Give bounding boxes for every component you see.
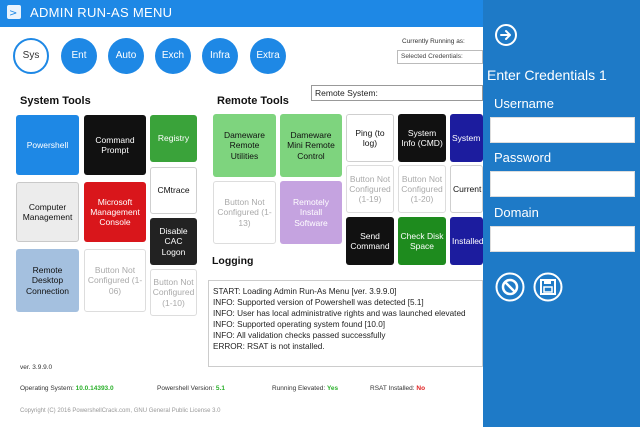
domain-field[interactable] bbox=[490, 226, 635, 252]
log-line: START: Loading Admin Run-As Menu [ver. 3… bbox=[213, 287, 397, 296]
cmtrace-button[interactable]: CMtrace bbox=[150, 167, 197, 214]
rsat-value: No bbox=[416, 385, 426, 392]
currently-running-label: Currently Running as: bbox=[402, 38, 465, 45]
check-disk-space-button[interactable]: Check Disk Space bbox=[398, 217, 446, 265]
ps-label: Powershell Version: bbox=[157, 385, 215, 392]
window-title: ADMIN RUN-AS MENU bbox=[30, 5, 173, 20]
dameware-remote-utilities-button[interactable]: Dameware Remote Utilities bbox=[213, 114, 276, 177]
cancel-icon[interactable] bbox=[495, 272, 525, 302]
svg-text:>: > bbox=[9, 8, 17, 19]
tab-extra[interactable]: Extra bbox=[250, 38, 286, 74]
rsat-label: RSAT Installed: bbox=[370, 385, 415, 392]
back-arrow-icon[interactable] bbox=[495, 24, 517, 46]
copyright-text: Copyright (C) 2016 PowershellCrack.com, … bbox=[20, 408, 221, 414]
username-label: Username bbox=[494, 96, 554, 111]
log-line: INFO: Supported version of Powershell wa… bbox=[213, 298, 424, 307]
elevated-value: Yes bbox=[326, 385, 339, 392]
mmc-button[interactable]: Microsoft Management Console bbox=[84, 182, 146, 242]
main-window: > ADMIN RUN-AS MENU Sys Ent Auto Exch In… bbox=[0, 0, 640, 427]
registry-button[interactable]: Registry bbox=[150, 115, 197, 162]
log-line: INFO: Supported operating system found [… bbox=[213, 320, 386, 329]
os-label: Operating System: bbox=[20, 385, 74, 392]
password-label: Password bbox=[494, 150, 552, 165]
elevated-label: Running Elevated: bbox=[272, 385, 326, 392]
remote-tools-heading: Remote Tools bbox=[217, 95, 289, 107]
os-info: Operating System: 10.0.14393.0 bbox=[20, 385, 114, 392]
system-tools-heading: System Tools bbox=[20, 95, 91, 107]
selected-credentials-dropdown[interactable]: Selected Credentials: bbox=[397, 50, 483, 64]
ps-info: Powershell Version: 5.1 bbox=[157, 385, 225, 392]
send-command-button[interactable]: Send Command bbox=[346, 217, 394, 265]
disable-cac-logon-button[interactable]: Disable CAC Logon bbox=[150, 218, 197, 265]
logging-heading: Logging bbox=[212, 255, 254, 267]
current-user-button[interactable]: Current User bbox=[450, 165, 502, 213]
command-prompt-button[interactable]: Command Prompt bbox=[84, 115, 146, 175]
system-info-cmd-button[interactable]: System Info (CMD) bbox=[398, 114, 446, 162]
rsat-info: RSAT Installed: No bbox=[370, 385, 425, 392]
tab-exch[interactable]: Exch bbox=[155, 38, 191, 74]
log-line: ERROR: RSAT is not installed. bbox=[213, 342, 325, 351]
domain-label: Domain bbox=[494, 205, 539, 220]
tab-infra[interactable]: Infra bbox=[202, 38, 238, 74]
username-field[interactable] bbox=[490, 117, 635, 143]
elevated-info: Running Elevated: Yes bbox=[272, 385, 338, 392]
powershell-button[interactable]: Powershell bbox=[16, 115, 79, 175]
log-line: INFO: All validation checks passed succe… bbox=[213, 331, 386, 340]
computer-management-button[interactable]: Computer Management bbox=[16, 182, 79, 242]
tab-auto[interactable]: Auto bbox=[108, 38, 144, 74]
version-label: ver. 3.9.9.0 bbox=[20, 364, 53, 371]
log-output: START: Loading Admin Run-As Menu [ver. 3… bbox=[208, 280, 483, 367]
button-1-19[interactable]: Button Not Configured (1-19) bbox=[346, 165, 394, 213]
os-value: 10.0.14393.0 bbox=[75, 385, 114, 392]
dameware-mini-remote-button[interactable]: Dameware Mini Remote Control bbox=[280, 114, 342, 177]
credentials-flyout: Enter Credentials 1 Username Password Do… bbox=[483, 0, 640, 427]
log-line: INFO: User has local administrative righ… bbox=[213, 309, 466, 318]
button-1-06[interactable]: Button Not Configured (1-06) bbox=[84, 249, 146, 312]
button-1-20[interactable]: Button Not Configured (1-20) bbox=[398, 165, 446, 213]
button-1-13[interactable]: Button Not Configured (1-13) bbox=[213, 181, 276, 244]
remote-desktop-button[interactable]: Remote Desktop Connection bbox=[16, 249, 79, 312]
save-icon[interactable] bbox=[533, 272, 563, 302]
remote-system-input[interactable]: Remote System: bbox=[311, 85, 483, 101]
installed-software-button[interactable]: Installed Software bbox=[450, 217, 520, 265]
remotely-install-software-button[interactable]: Remotely Install Software bbox=[280, 181, 342, 244]
button-1-10[interactable]: Button Not Configured (1-10) bbox=[150, 269, 197, 316]
credentials-heading: Enter Credentials 1 bbox=[487, 67, 607, 83]
tab-ent[interactable]: Ent bbox=[61, 38, 97, 74]
ps-value: 5.1 bbox=[215, 385, 225, 392]
tab-sys[interactable]: Sys bbox=[13, 38, 49, 74]
password-field[interactable] bbox=[490, 171, 635, 197]
system-info-ps-button[interactable]: System Info (PS) bbox=[450, 114, 516, 162]
ping-button[interactable]: Ping (to log) bbox=[346, 114, 394, 162]
app-logo-icon: > bbox=[7, 5, 21, 19]
